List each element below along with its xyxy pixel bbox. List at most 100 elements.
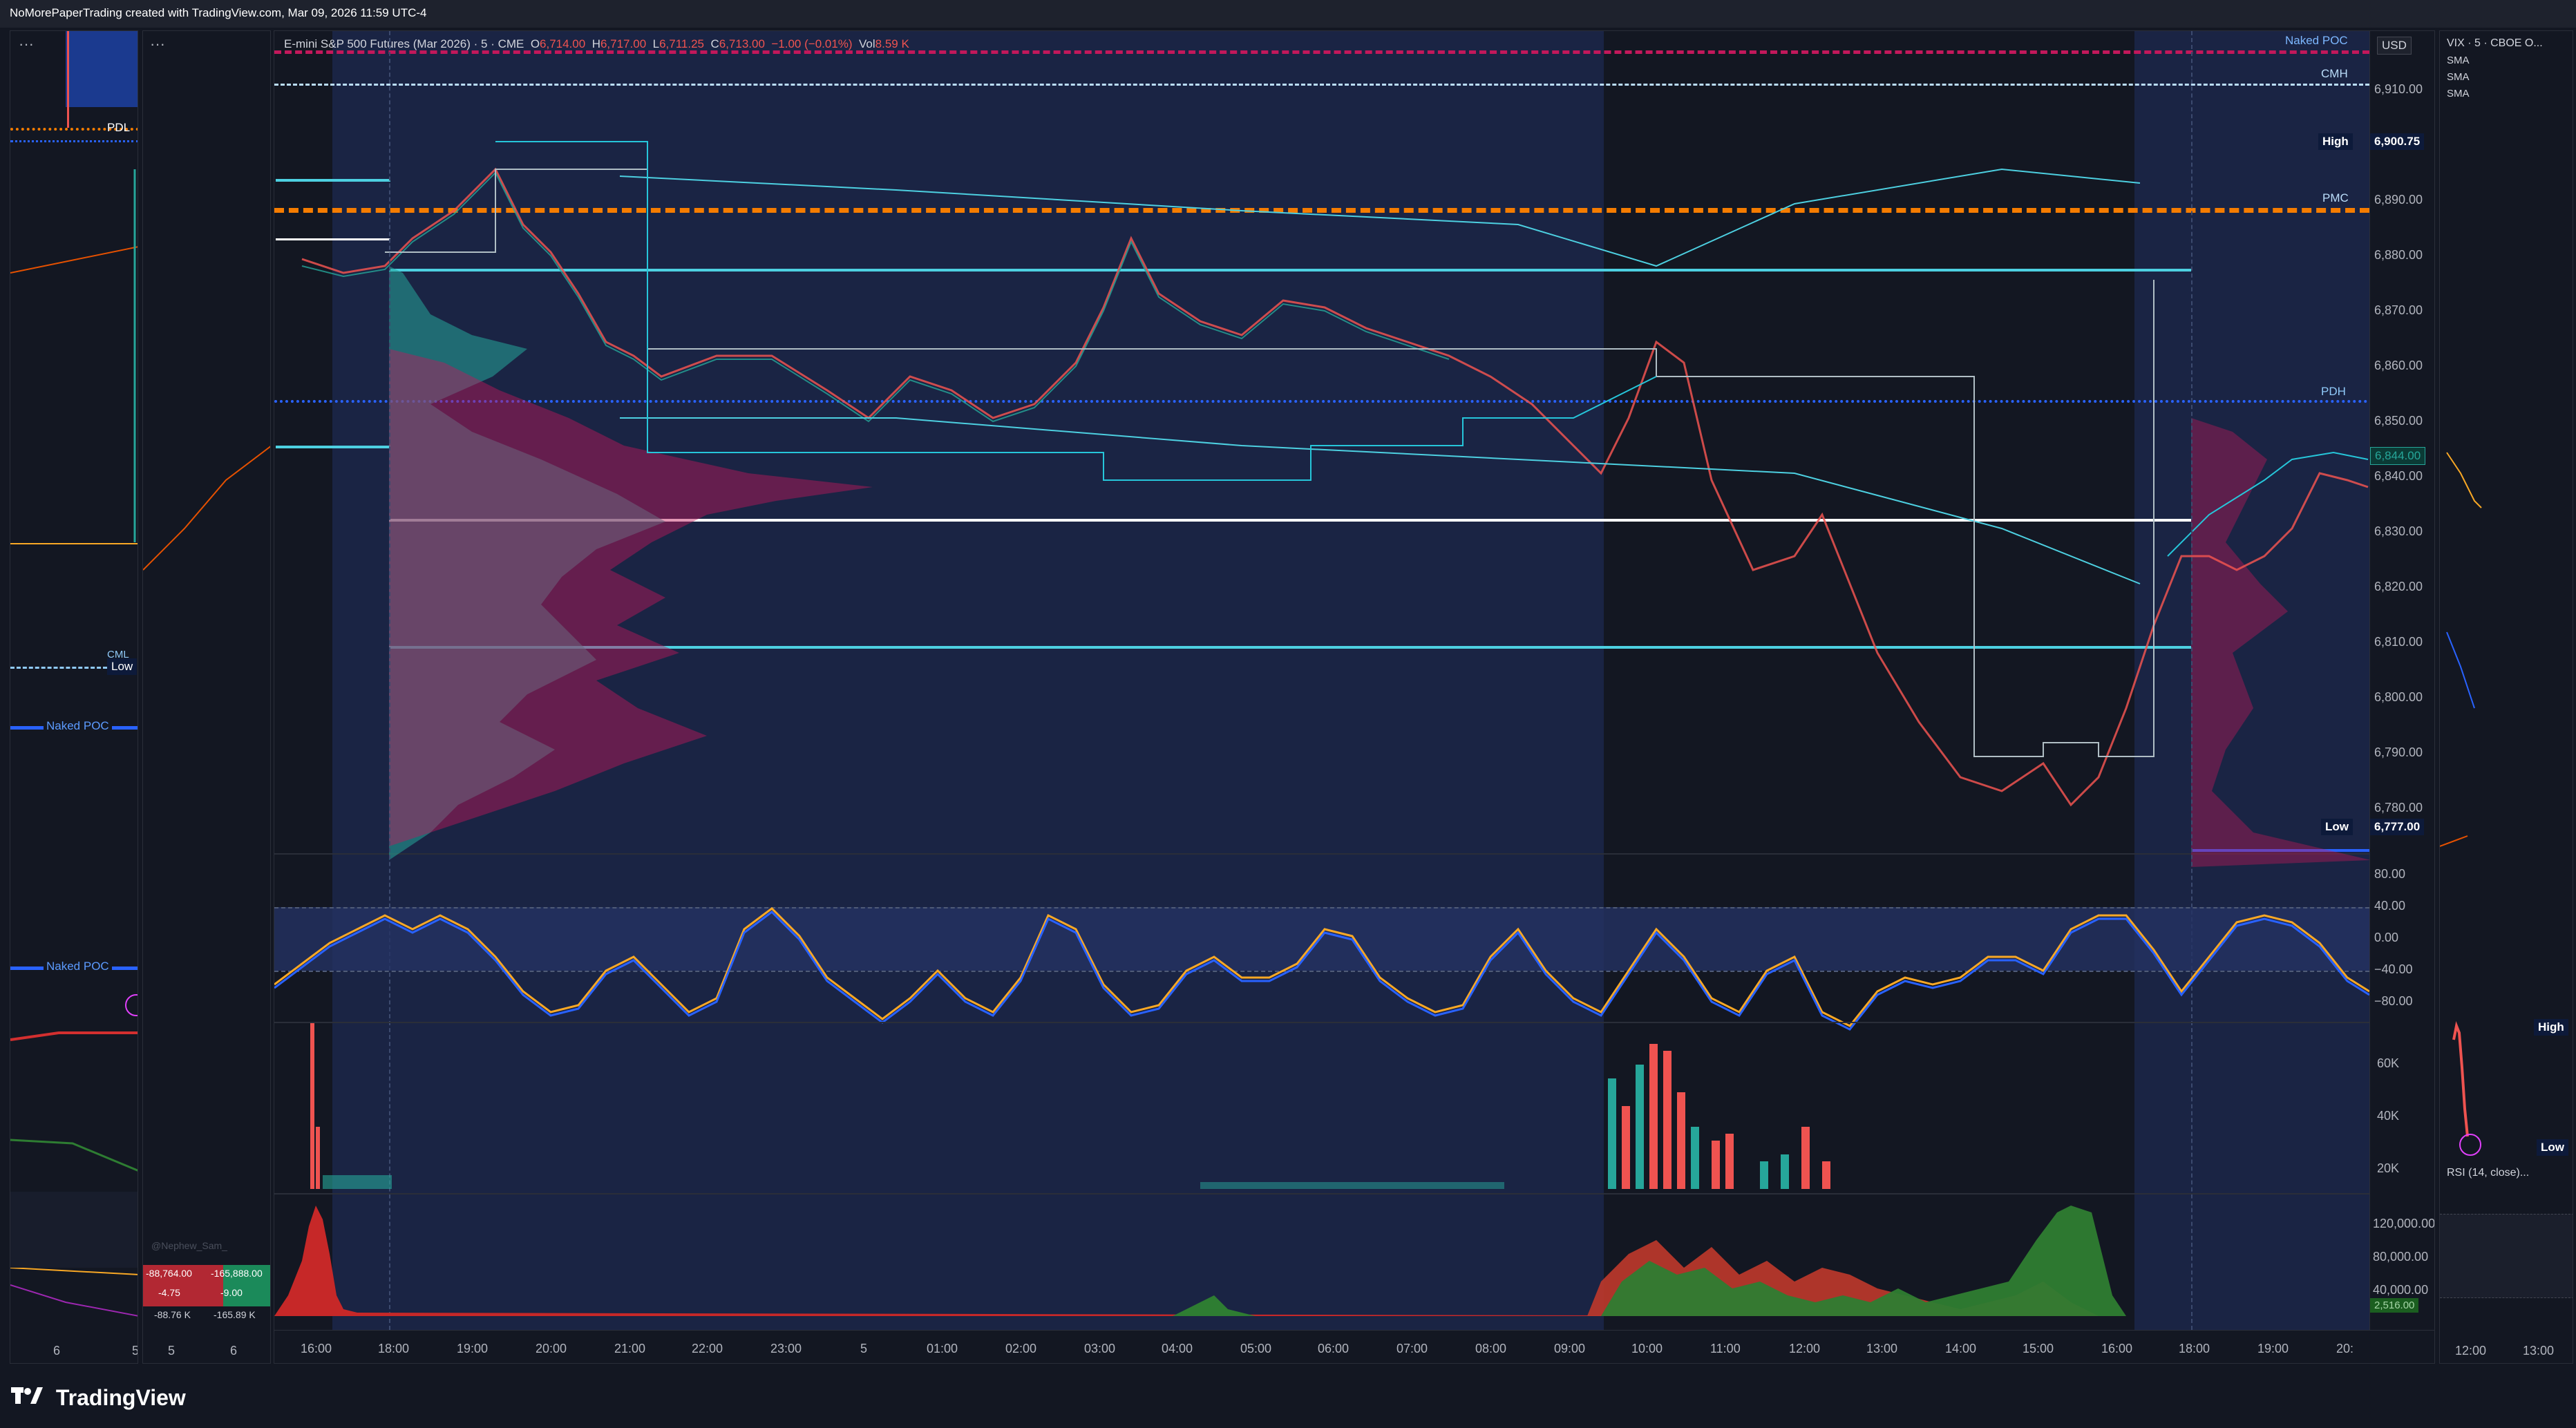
price-tick-12: 6,780.00 <box>2374 801 2423 815</box>
vol-bar-spike-2 <box>316 1127 320 1189</box>
time-tick-10: 03:00 <box>1084 1342 1116 1355</box>
time-tick-2: 19:00 <box>457 1342 489 1355</box>
evening-range <box>2167 451 2369 557</box>
vol-bar-low-1 <box>323 1175 392 1189</box>
vol-bar-cluster-5 <box>1663 1051 1671 1189</box>
vix-red-candles <box>2452 1021 2469 1137</box>
vol-bar-spike <box>310 1023 314 1189</box>
vol-bar-cluster-13 <box>1822 1161 1830 1189</box>
vol-bar-cluster-3 <box>1636 1065 1644 1189</box>
time-tick-11: 04:00 <box>1162 1342 1193 1355</box>
currency-button[interactable]: USD <box>2377 37 2412 55</box>
left-mini-red-line-2 <box>10 1031 138 1041</box>
volume-bars <box>310 1023 1830 1189</box>
vwap-band-lower <box>620 417 2141 584</box>
vix-axis-tick-2: 13:00 <box>2523 1344 2555 1358</box>
time-tick-24: 18:00 <box>2179 1342 2210 1355</box>
main-chart[interactable]: E-mini S&P 500 Futures (Mar 2026) · 5 · … <box>274 30 2435 1364</box>
time-tick-4: 21:00 <box>614 1342 646 1355</box>
price-path <box>301 167 2369 807</box>
osc-tick-1: 40.00 <box>2374 899 2406 913</box>
time-tick-20: 13:00 <box>1866 1342 1898 1355</box>
price-tick-2: 6,880.00 <box>2374 248 2423 262</box>
price-tick-4: 6,860.00 <box>2374 359 2423 372</box>
osc-tick-0: 80.00 <box>2374 867 2406 881</box>
vol-bar-cluster-11 <box>1781 1154 1789 1189</box>
rsi-label: RSI (14, close)... <box>2447 1167 2530 1179</box>
pmc-label: PMC <box>2322 191 2349 204</box>
time-tick-1: 18:00 <box>378 1342 410 1355</box>
left-mini-orange-line <box>10 246 138 274</box>
session-range-cyan <box>495 141 1657 481</box>
vol-bar-cluster-4 <box>1649 1044 1658 1189</box>
time-tick-18: 11:00 <box>1710 1342 1741 1355</box>
vwap-band-upper <box>619 168 2141 267</box>
cvd-tick-1: 80,000.00 <box>2373 1250 2429 1264</box>
high-price-tag: 6,900.75 <box>2370 133 2425 150</box>
left-mini-purple-line <box>10 1284 138 1317</box>
cvd-tick-2: 40,000.00 <box>2373 1283 2429 1297</box>
price-tick-10: 6,800.00 <box>2374 690 2423 704</box>
price-candles <box>301 141 2369 807</box>
vol-bar-cluster-6 <box>1677 1092 1685 1189</box>
naked-poc-label-1: Naked POC <box>44 719 112 733</box>
tradingview-logo-text: TradingView <box>55 1385 186 1410</box>
time-tick-7: 5 <box>860 1342 868 1355</box>
time-tick-12: 05:00 <box>1240 1342 1272 1355</box>
table-cell-1-1: -9.00 <box>220 1287 243 1298</box>
price-tick-5: 6,850.00 <box>2374 414 2423 428</box>
table-cell-0-1: -165,888.00 <box>211 1268 263 1279</box>
time-tick-17: 10:00 <box>1631 1342 1663 1355</box>
left-mini-shade <box>10 1192 138 1268</box>
right-mini-chart[interactable]: VIX · 5 · CBOE O... SMA SMA SMA High Low… <box>2439 30 2573 1364</box>
time-axis[interactable]: 16:00 18:00 19:00 20:00 21:00 22:00 23:0… <box>274 1330 2434 1363</box>
tradingview-logo[interactable]: TradingView <box>11 1385 186 1411</box>
left-axis-tick-1: 6 <box>53 1344 61 1358</box>
tradingview-logo-icon <box>11 1385 44 1411</box>
naked-poc-label: Naked POC <box>2285 34 2348 47</box>
left-mini-green-line-2 <box>10 1139 138 1172</box>
price-tick-3: 6,870.00 <box>2374 303 2423 317</box>
time-tick-13: 06:00 <box>1318 1342 1349 1355</box>
cvd-histogram <box>274 1206 2126 1316</box>
stoch-d <box>274 911 2369 1031</box>
cvd-tick-0: 120,000.00 <box>2373 1217 2435 1230</box>
price-tick-6: 6,840.00 <box>2374 469 2423 483</box>
price-tick-11: 6,790.00 <box>2374 745 2423 759</box>
price-tick-9: 6,810.00 <box>2374 635 2423 649</box>
vix-yellow <box>2446 452 2482 508</box>
vol-bar-low-2 <box>1200 1182 1504 1189</box>
vix-low-tag: Low <box>2537 1139 2568 1156</box>
caption-text: NoMorePaperTrading created with TradingV… <box>10 6 427 19</box>
vix-lightning-icon[interactable] <box>2459 1134 2481 1156</box>
time-tick-21: 14:00 <box>1945 1342 1977 1355</box>
caption-bar: NoMorePaperTrading created with TradingV… <box>0 0 2576 28</box>
time-tick-9: 02:00 <box>1005 1342 1037 1355</box>
vix-orange <box>2440 835 2468 847</box>
vix-high-tag: High <box>2534 1019 2568 1036</box>
time-tick-19: 12:00 <box>1789 1342 1821 1355</box>
vix-axis-tick-1: 12:00 <box>2455 1344 2487 1358</box>
price-tick-0: 6,910.00 <box>2374 82 2423 96</box>
vol-tick-1: 40K <box>2377 1109 2400 1123</box>
price-tick-1: 6,890.00 <box>2374 193 2423 207</box>
session-range-white <box>385 169 2154 757</box>
time-tick-22: 15:00 <box>2023 1342 2054 1355</box>
cvd-green-early <box>1173 1295 1256 1316</box>
vol-bar-cluster-12 <box>1801 1127 1810 1189</box>
time-tick-16: 09:00 <box>1554 1342 1586 1355</box>
cvd-pane-divider <box>274 1193 2369 1194</box>
left-axis-tick-2: 5 <box>132 1344 138 1358</box>
time-tick-0: 16:00 <box>301 1342 332 1355</box>
left-mini-chart[interactable]: ··· PDL CML Low Naked POC Naked POC 6 5 <box>10 30 138 1364</box>
time-tick-25: 19:00 <box>2257 1342 2289 1355</box>
vol-bar-cluster-2 <box>1622 1106 1630 1189</box>
price-axis[interactable]: USD 6,910.00 6,900.75 6,890.00 6,880.00 … <box>2369 31 2435 1330</box>
vol-bar-cluster-8 <box>1712 1141 1720 1189</box>
osc-tick-2: 0.00 <box>2374 931 2399 944</box>
mid-mini-chart[interactable]: ··· @Nephew_Sam_ -88,764.00 -165,888.00 … <box>142 30 271 1364</box>
mid-mini-orange-line <box>143 446 270 571</box>
table-cell-0-0: -88,764.00 <box>146 1268 192 1279</box>
vix-lines <box>2440 452 2482 1282</box>
high-tag: High <box>2318 133 2353 150</box>
